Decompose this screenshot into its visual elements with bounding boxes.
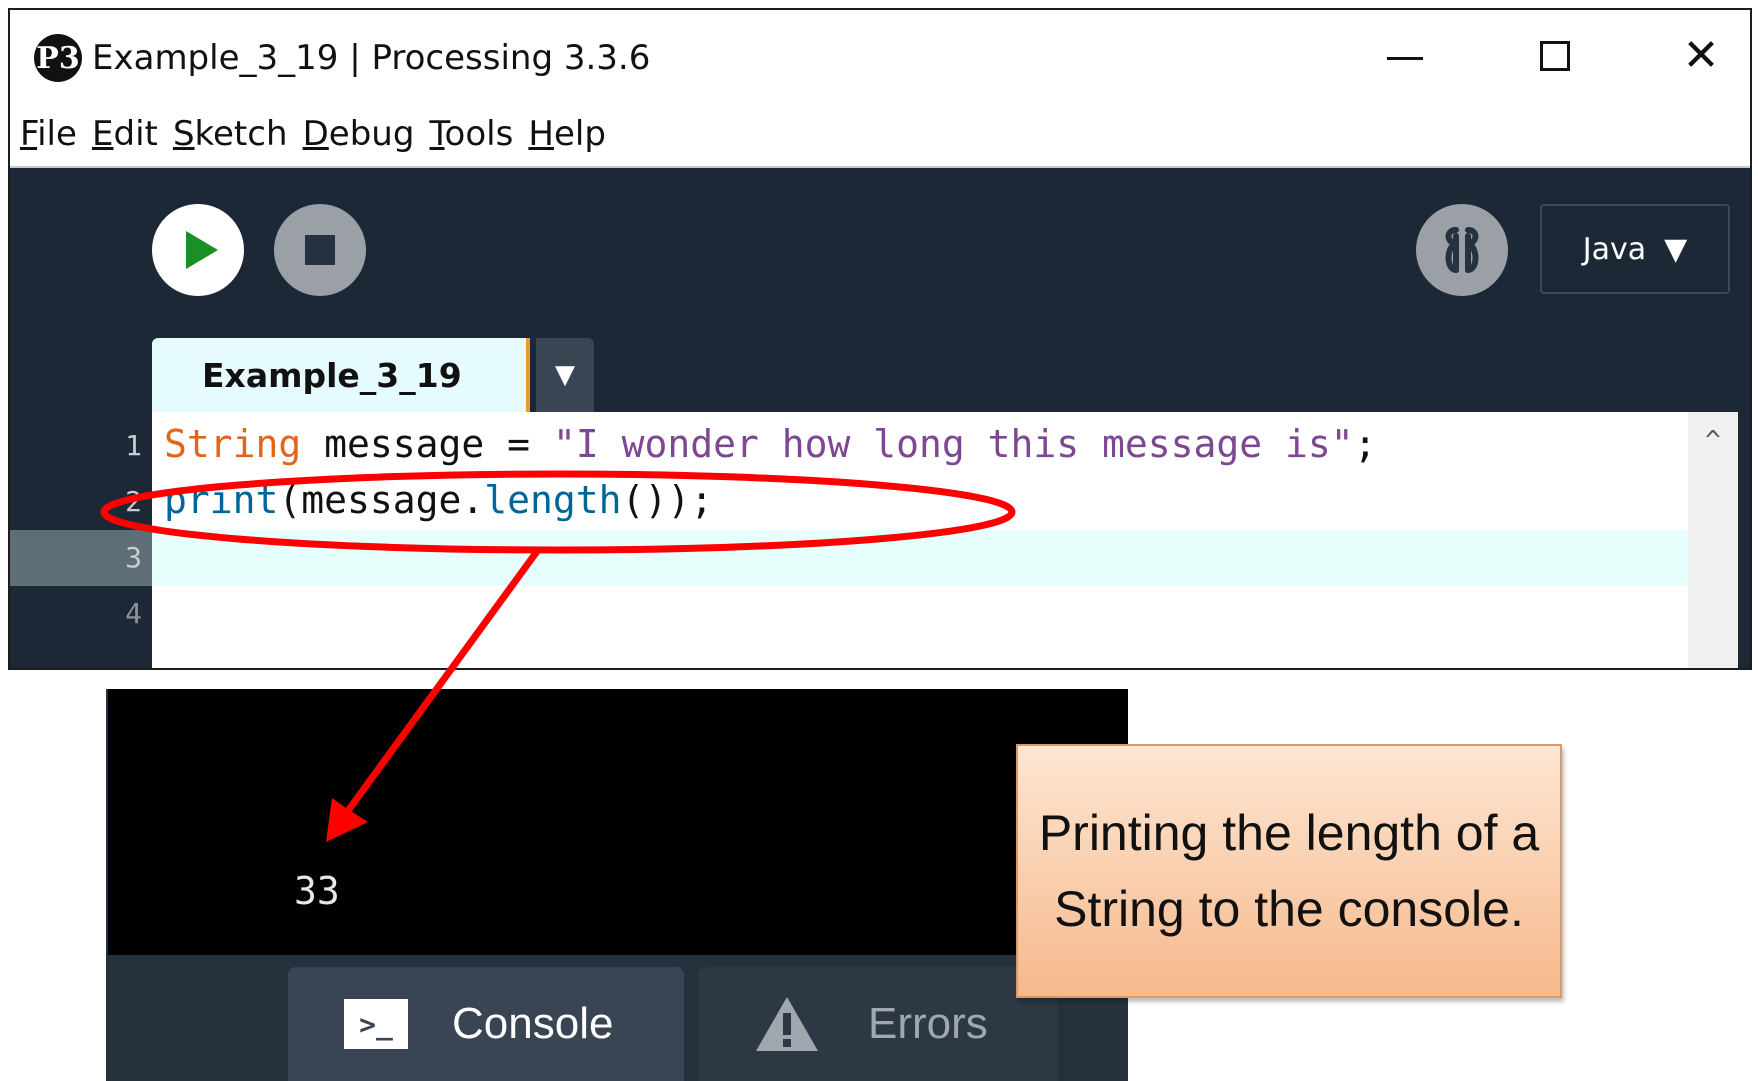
minimize-button[interactable] — [1370, 26, 1440, 86]
line-number: 4 — [125, 597, 142, 630]
stop-icon — [305, 235, 335, 265]
console-tab-bar: >_ Console Errors — [108, 955, 1128, 1081]
console-tab-label: Console — [452, 999, 614, 1048]
line-number: 2 — [125, 485, 142, 518]
menu-file[interactable]: File — [20, 100, 77, 154]
menu-edit-mnemonic: E — [92, 114, 114, 154]
code-token-text: ; — [1353, 422, 1377, 466]
warning-icon — [756, 997, 818, 1051]
menu-tools-mnemonic: T — [429, 114, 445, 154]
run-button[interactable] — [152, 204, 244, 296]
title-bar: P3 Example_3_19 | Processing 3.3.6 ✕ — [10, 10, 1750, 100]
code-token-string: "I wonder how long this message is" — [552, 422, 1354, 466]
close-button[interactable]: ✕ — [1666, 26, 1736, 86]
menu-edit[interactable]: Edit — [92, 100, 158, 154]
code-token-type: String — [164, 422, 302, 466]
tab-menu-button[interactable]: ▼ — [536, 338, 594, 412]
vertical-scrollbar[interactable]: ^ — [1688, 412, 1738, 668]
menu-sketch-mnemonic: S — [172, 114, 195, 154]
tab-errors[interactable]: Errors — [698, 967, 1058, 1081]
chevron-down-icon: ▼ — [1664, 231, 1688, 267]
tab-label: Example_3_19 — [202, 355, 462, 395]
menu-debug[interactable]: Debug — [303, 100, 415, 154]
code-token-text: (message. — [278, 478, 485, 522]
code-token-text: message = — [301, 422, 553, 466]
mode-selector[interactable]: Java ▼ — [1540, 204, 1730, 294]
toolbar: Java ▼ — [10, 168, 1750, 328]
code-token-method: length — [484, 478, 622, 522]
maximize-icon — [1540, 41, 1570, 71]
processing-ide-window: P3 Example_3_19 | Processing 3.3.6 ✕ Fil… — [8, 8, 1752, 670]
current-line-highlight — [152, 530, 1688, 586]
sketch-tab-bar: Example_3_19 ▼ — [10, 328, 1750, 412]
tab-example-3-19[interactable]: Example_3_19 — [152, 338, 530, 412]
menu-help-label: elp — [553, 114, 606, 154]
debugger-icon — [1445, 227, 1479, 273]
code-line-1: String message = "I wonder how long this… — [164, 416, 1377, 472]
menu-edit-label: dit — [113, 114, 158, 154]
menu-tools-label: ools — [444, 114, 514, 154]
code-token-text: ()); — [621, 478, 714, 522]
scroll-up-icon[interactable]: ^ — [1688, 426, 1738, 456]
annotation-callout: Printing the length of a String to the c… — [1016, 744, 1562, 998]
code-line-2: print(message.length()); — [164, 472, 713, 528]
processing-logo-icon: P3 — [34, 34, 82, 82]
window-title: Example_3_19 | Processing 3.3.6 — [92, 38, 651, 78]
menu-help[interactable]: Help — [528, 100, 606, 154]
console-panel: 33 >_ Console Errors — [106, 689, 1128, 1081]
line-number: 1 — [125, 429, 142, 462]
line-number: 3 — [125, 541, 142, 574]
menu-file-label: ile — [37, 114, 77, 154]
menu-bar: File Edit Sketch Debug Tools Help — [10, 100, 1750, 168]
menu-sketch[interactable]: Sketch — [173, 100, 288, 154]
terminal-icon: >_ — [344, 999, 408, 1049]
maximize-button[interactable] — [1520, 26, 1590, 86]
menu-sketch-label: ketch — [194, 114, 288, 154]
tab-console[interactable]: >_ Console — [288, 967, 684, 1081]
menu-tools[interactable]: Tools — [430, 100, 514, 154]
play-icon — [186, 231, 218, 269]
line-number-gutter: 1 2 3 4 — [10, 412, 152, 668]
chevron-down-icon: ▼ — [555, 360, 575, 390]
console-output: 33 — [294, 869, 340, 913]
menu-debug-mnemonic: D — [302, 114, 329, 154]
debug-button[interactable] — [1416, 204, 1508, 296]
errors-tab-label: Errors — [868, 999, 988, 1048]
close-icon: ✕ — [1682, 30, 1720, 81]
menu-debug-label: ebug — [328, 114, 415, 154]
stop-button[interactable] — [274, 204, 366, 296]
code-token-function: print — [164, 478, 279, 522]
code-editor: 1 2 3 4 String message = "I wonder how l… — [10, 412, 1750, 668]
menu-help-mnemonic: H — [528, 114, 554, 154]
mode-label: Java — [1582, 231, 1647, 267]
menu-file-mnemonic: F — [20, 114, 38, 154]
callout-text: Printing the length of a String to the c… — [1038, 805, 1540, 937]
minimize-icon — [1387, 56, 1423, 60]
code-text-area[interactable]: String message = "I wonder how long this… — [152, 412, 1688, 668]
